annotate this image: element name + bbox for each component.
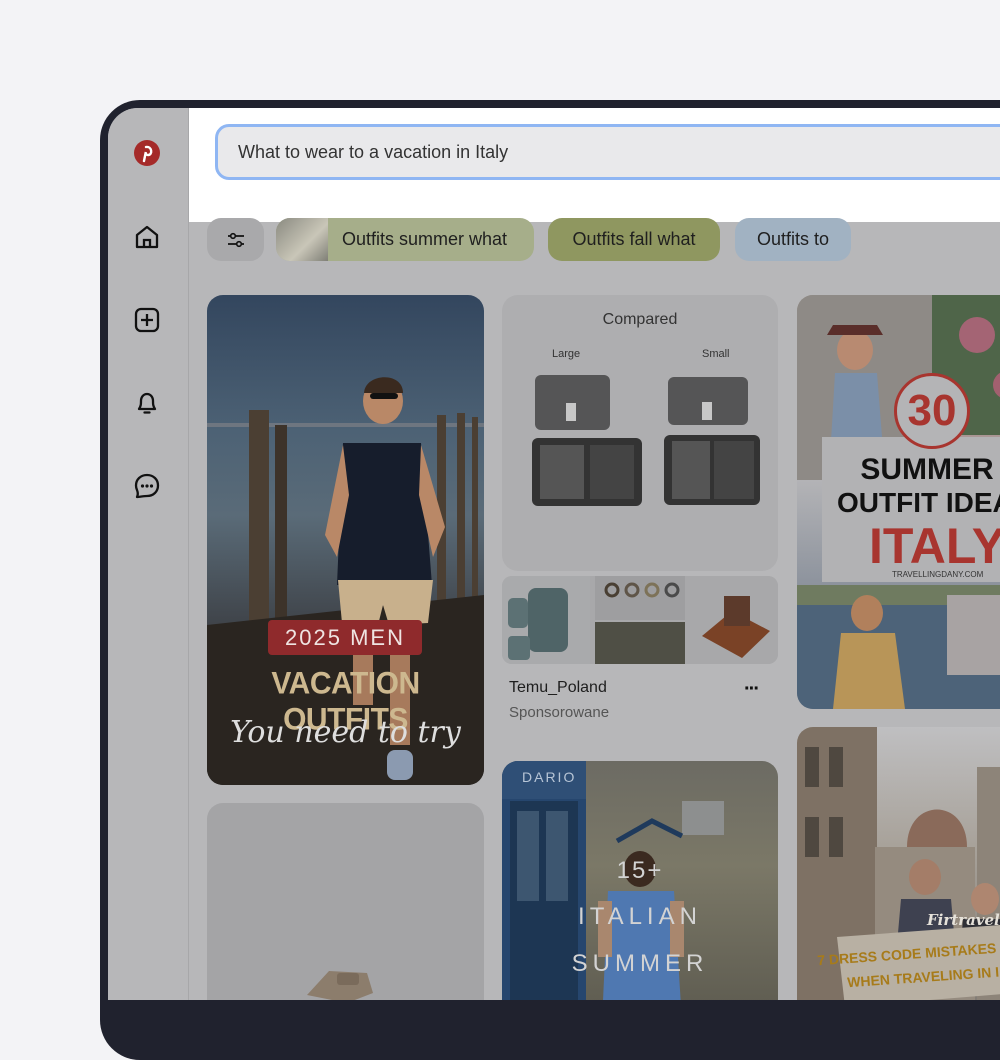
number-circle: 30 bbox=[894, 373, 970, 449]
chip-outfits-fall[interactable]: Outfits fall what bbox=[548, 218, 720, 261]
chip-outfits-summer[interactable]: Outfits summer what bbox=[276, 218, 534, 261]
number-text: 30 bbox=[907, 386, 957, 435]
pin-shoe-product[interactable] bbox=[207, 803, 484, 1000]
overlay-line1: ITALIAN bbox=[578, 903, 702, 930]
pin-men-vacation-outfits[interactable]: 2025 MEN VACATION OUTFITS You need to tr… bbox=[207, 295, 484, 785]
search-input[interactable]: What to wear to a vacation in Italy bbox=[215, 124, 1000, 180]
organizer-image bbox=[532, 375, 760, 506]
pin-italian-summer[interactable]: DARIO 15+ ITALIAN SUMMER bbox=[502, 761, 778, 1000]
chip-label: Outfits fall what bbox=[572, 229, 696, 249]
product-collage-image bbox=[502, 576, 778, 664]
notifications-icon[interactable] bbox=[130, 386, 164, 420]
pin-dress-code-mistakes[interactable]: Firtravel 7 DRESS CODE MISTAKES WHEN TRA… bbox=[797, 727, 1000, 1000]
chip-label: Outfits to bbox=[756, 229, 830, 249]
pin-italy-outfit-ideas[interactable]: 30 SUMMER OUTFIT IDEA ITALY TRAVELLINGDA… bbox=[797, 295, 1000, 709]
script-overlay: Firtravel bbox=[927, 911, 1000, 929]
title-line2: OUTFIT IDEA bbox=[837, 487, 1000, 518]
sponsored-label: Sponsorowane bbox=[509, 704, 610, 721]
title-line1: SUMMER bbox=[860, 453, 994, 486]
pinterest-logo-icon[interactable] bbox=[130, 136, 164, 170]
pin-badge: 2025 MEN bbox=[268, 620, 422, 655]
home-icon[interactable] bbox=[130, 220, 164, 254]
sidebar bbox=[108, 108, 189, 1000]
chip-outfits-to[interactable]: Outfits to bbox=[735, 218, 851, 261]
pin-temu-collage[interactable] bbox=[502, 576, 778, 664]
search-header: What to wear to a vacation in Italy bbox=[189, 108, 1000, 222]
site-credit: TRAVELLINGDANY.COM bbox=[892, 570, 984, 579]
pin-organizer-compared[interactable]: Compared Large Small bbox=[502, 295, 778, 571]
search-query-text: What to wear to a vacation in Italy bbox=[238, 141, 509, 162]
shop-sign: DARIO bbox=[522, 769, 577, 785]
chip-thumbnail bbox=[276, 218, 328, 261]
create-icon[interactable] bbox=[130, 303, 164, 337]
pin-script-subtitle: You need to try bbox=[230, 715, 461, 750]
filter-button[interactable] bbox=[207, 218, 264, 261]
shoe-image bbox=[307, 971, 373, 1000]
messages-icon[interactable] bbox=[130, 469, 164, 503]
overlay-line2: SUMMER bbox=[571, 950, 709, 977]
filter-icon bbox=[227, 232, 244, 247]
pin-creator-name[interactable]: Temu_Poland bbox=[509, 679, 607, 697]
count-text: 15+ bbox=[616, 857, 664, 884]
more-options-icon[interactable]: ··· bbox=[744, 678, 760, 701]
title-line3: ITALY bbox=[869, 518, 1000, 574]
chip-label: Outfits summer what bbox=[342, 229, 508, 249]
app-window: What to wear to a vacation in Italy Outf… bbox=[108, 108, 1000, 1000]
